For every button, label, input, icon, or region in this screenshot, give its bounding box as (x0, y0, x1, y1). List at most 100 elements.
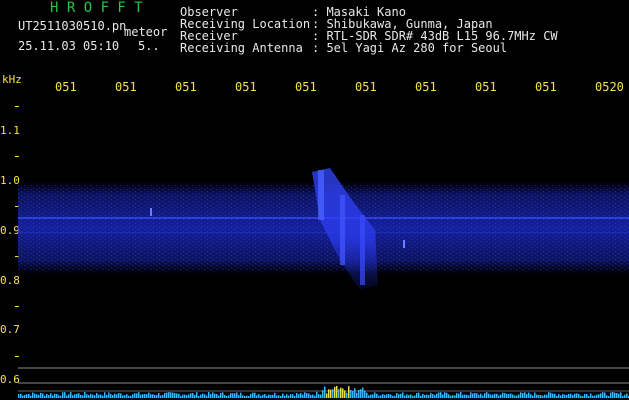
spectrogram-window: H R O F F T UT2511030510.pn meteor 25.11… (0, 0, 629, 400)
level-bar (334, 386, 336, 398)
level-bar (242, 395, 244, 398)
level-bar (460, 392, 462, 398)
level-bar (170, 392, 172, 398)
level-bar (82, 395, 84, 398)
level-bar (248, 395, 250, 398)
level-bar (488, 393, 490, 398)
level-bar (222, 392, 224, 398)
level-bar (116, 394, 118, 398)
level-bar (556, 395, 558, 398)
level-bar (292, 394, 294, 398)
level-bar (280, 395, 282, 398)
level-bar (464, 394, 466, 398)
level-bar (442, 394, 444, 398)
level-bar (228, 395, 230, 398)
level-bar (48, 395, 50, 398)
level-bar (462, 394, 464, 398)
level-bar (296, 392, 298, 398)
level-bar (216, 394, 218, 398)
level-bar (312, 394, 314, 398)
level-bar (246, 395, 248, 398)
level-bar (368, 395, 370, 398)
level-bar (154, 394, 156, 398)
level-bar (470, 392, 472, 398)
level-bar (388, 393, 390, 398)
level-bar (624, 394, 626, 398)
level-bar (362, 387, 364, 398)
level-bar (76, 393, 78, 398)
level-bar (320, 394, 322, 398)
level-bar (528, 392, 530, 398)
level-bar (258, 394, 260, 398)
level-bar (144, 394, 146, 398)
level-bar (220, 392, 222, 398)
level-bar (202, 393, 204, 398)
level-bar (88, 395, 90, 398)
level-bar (458, 393, 460, 398)
signal-blip (150, 208, 152, 216)
level-bar (496, 393, 498, 398)
level-bar (336, 385, 338, 398)
level-bar (36, 394, 38, 398)
level-bar (348, 386, 350, 398)
level-bar (422, 393, 424, 398)
level-bar (134, 393, 136, 398)
level-bar (452, 395, 454, 398)
level-bar (90, 393, 92, 398)
level-bar (178, 393, 180, 398)
level-bar (316, 391, 318, 398)
level-bar (234, 393, 236, 398)
level-bar (324, 386, 326, 398)
level-bar (446, 392, 448, 398)
level-bar (350, 389, 352, 398)
level-bar (434, 395, 436, 398)
level-bar (466, 394, 468, 398)
level-bar (286, 394, 288, 398)
level-bar (44, 395, 46, 398)
level-bar (40, 392, 42, 398)
level-bar (42, 393, 44, 398)
level-bar (270, 395, 272, 398)
level-bar (196, 392, 198, 398)
level-bar (518, 394, 520, 398)
level-bar (138, 392, 140, 398)
level-bar (92, 394, 94, 398)
level-bar (192, 393, 194, 398)
level-bar (200, 394, 202, 398)
level-bar (118, 392, 120, 398)
level-bar (210, 394, 212, 398)
level-bar (302, 394, 304, 398)
level-bar (146, 394, 148, 398)
level-bar (444, 392, 446, 398)
level-bar (184, 394, 186, 398)
level-bar (572, 395, 574, 398)
level-bar (106, 395, 108, 398)
level-bar (436, 393, 438, 398)
level-bar (356, 392, 358, 398)
level-bar (426, 394, 428, 398)
level-bar (406, 394, 408, 398)
level-bar (438, 392, 440, 398)
level-bar (244, 395, 246, 398)
level-bar (322, 390, 324, 398)
level-bar (162, 394, 164, 398)
level-bar (132, 394, 134, 398)
level-bar (428, 395, 430, 398)
level-bar (282, 393, 284, 398)
level-bar (288, 395, 290, 398)
level-bar (30, 395, 32, 398)
level-bar (126, 394, 128, 398)
level-bar (614, 392, 616, 398)
level-bar (164, 392, 166, 398)
level-bar (514, 395, 516, 398)
level-bar (24, 395, 26, 398)
level-bar (592, 395, 594, 398)
level-bar (474, 392, 476, 398)
level-bar (542, 395, 544, 398)
level-bar (298, 394, 300, 398)
level-bar (26, 394, 28, 398)
level-bar (122, 395, 124, 398)
meteor-streak (360, 215, 365, 285)
level-bar (96, 392, 98, 398)
level-bar (46, 394, 48, 398)
